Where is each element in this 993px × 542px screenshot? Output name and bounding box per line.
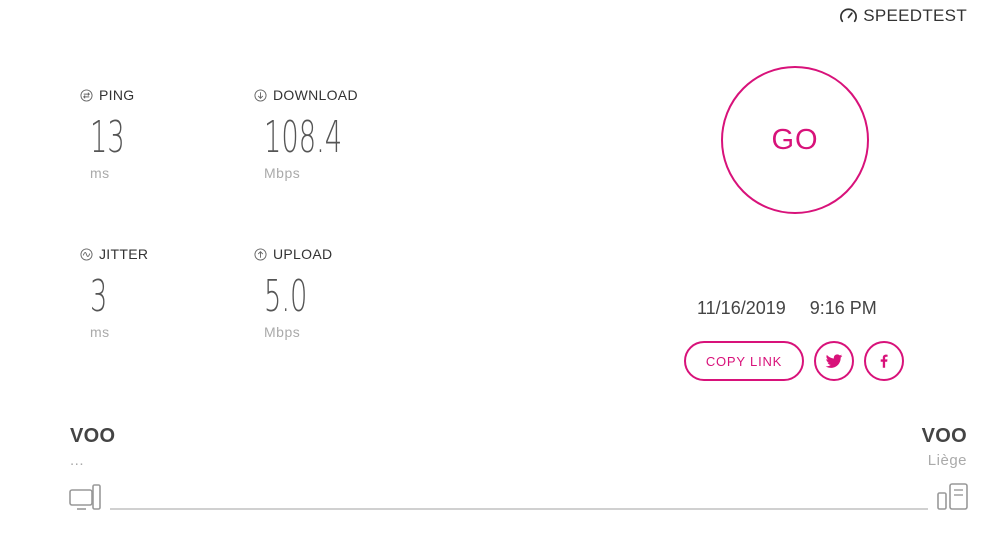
isp-name: VOO — [70, 425, 116, 447]
download-label-text: DOWNLOAD — [273, 87, 358, 103]
speedtest-logo: SPEEDTEST — [839, 6, 967, 26]
ping-value: 13 — [90, 112, 125, 163]
ping-metric: PING 13 ms — [80, 87, 146, 181]
copy-link-button[interactable]: COPY LINK — [684, 341, 804, 381]
jitter-label: JITTER — [80, 246, 148, 262]
download-value: 108.4 — [264, 112, 343, 163]
jitter-unit: ms — [90, 324, 110, 340]
upload-label-text: UPLOAD — [273, 246, 333, 262]
ping-unit: ms — [90, 165, 110, 181]
result-time: 9:16 PM — [809, 298, 877, 318]
download-metric: DOWNLOAD 108.4 Mbps — [254, 87, 390, 181]
upload-arrow-icon — [254, 247, 267, 261]
download-arrow-icon — [254, 88, 267, 102]
brand-name: SPEEDTEST — [863, 6, 967, 25]
facebook-share-button[interactable] — [864, 341, 904, 381]
upload-label: UPLOAD — [254, 246, 334, 262]
server-name: VOO — [921, 425, 967, 447]
gauge-icon — [840, 7, 858, 22]
copy-link-label: COPY LINK — [705, 353, 783, 369]
server-location: Liège — [927, 452, 967, 469]
jitter-value: 3 — [90, 271, 108, 322]
facebook-icon — [880, 354, 888, 368]
result-timestamp: 11/16/2019 9:16 PM — [697, 298, 877, 319]
twitter-icon — [825, 354, 843, 368]
download-unit: Mbps — [264, 165, 301, 181]
upload-value: 5.0 — [264, 271, 308, 322]
connection-line — [110, 508, 928, 510]
jitter-icon — [80, 247, 93, 261]
ping-icon — [80, 88, 93, 102]
server-icon — [937, 483, 968, 510]
jitter-label-text: JITTER — [99, 246, 149, 262]
result-date: 11/16/2019 — [697, 298, 786, 318]
computer-icon — [69, 484, 101, 510]
upload-metric: UPLOAD 5.0 Mbps — [254, 246, 334, 340]
ping-label-text: PING — [99, 87, 135, 103]
twitter-share-button[interactable] — [814, 341, 854, 381]
go-button-label: GO — [771, 123, 819, 156]
jitter-metric: JITTER 3 ms — [80, 246, 148, 340]
server-info[interactable]: VOO Liège — [922, 425, 967, 469]
isp-info: VOO ... — [70, 425, 115, 469]
go-button[interactable]: GO — [721, 66, 869, 214]
upload-unit: Mbps — [264, 324, 301, 340]
download-label: DOWNLOAD — [254, 87, 390, 103]
isp-detail: ... — [70, 452, 85, 469]
ping-label: PING — [80, 87, 146, 103]
